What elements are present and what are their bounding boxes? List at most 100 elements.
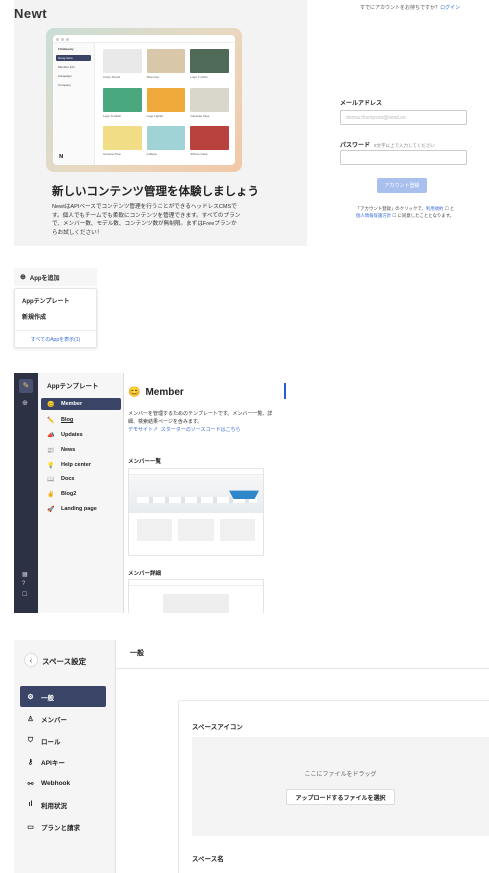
template-item-docs[interactable]: 📖 Docs (41, 473, 121, 485)
preview-tile: iPhone Case (190, 126, 229, 159)
preview-logo-icon: ɴ (59, 153, 64, 160)
template-description: メンバーを管理するためのテンプレートです。メンバー一覧、詳細、検索結果ページを含… (128, 411, 273, 433)
preview-sidebar-item: Company (58, 83, 71, 87)
file-dropzone[interactable]: ここにファイルをドラッグ アップロードするファイルを選択 (192, 737, 489, 836)
smile-icon: 😊 (128, 387, 141, 398)
preview-sidebar-item: Goog store (56, 55, 91, 61)
peace-hand-icon: ✌️ (47, 491, 55, 498)
space-settings-sidebar: ‹ スペース設定 ⚙ 一般 ♙ メンバー ⛉ ロール ⚷ APIキー ⚯ Webhook … (14, 640, 116, 873)
settings-item-members[interactable]: ♙ メンバー (20, 708, 106, 729)
space-settings-title: スペース設定 (42, 657, 87, 666)
preview-product-grid: Crazy Stools Ship Cup Logo T-shirts Logo… (103, 49, 229, 159)
login-hint: すでにアカウントをお持ちですか？ログイン (360, 4, 460, 11)
add-app-dropdown: Appテンプレート 新規作成 すべてのAppを表示(1) (14, 288, 97, 348)
preview-tile: Cassette Tape (190, 87, 229, 121)
header-divider (116, 668, 489, 669)
template-item-landing-page[interactable]: 🚀 Landing page (41, 503, 121, 515)
member-detail-preview (128, 579, 264, 613)
webhook-icon: ⚯ (27, 780, 34, 788)
card-icon: ▭ (27, 823, 34, 831)
rocket-icon: 🚀 (47, 506, 55, 513)
newt-logo: Newt (14, 6, 48, 21)
password-field[interactable] (340, 150, 467, 165)
signup-heading: 新しいコンテンツ管理を体験しましょう (52, 186, 259, 198)
signup-button[interactable]: アカウント登録 (377, 178, 427, 193)
preview-tile: Ship Cup (146, 49, 186, 82)
login-hint-text: すでにアカウントをお持ちですか？ (360, 5, 441, 11)
preview-tile: Logo T-shirts (190, 49, 229, 82)
app-template-dialog: ✎ ⊕ ▦ ? ☐ Appテンプレート 😊 Member ✏️ Blog 📣 Upda… (14, 373, 286, 613)
bar-chart-icon: ıl (28, 801, 33, 808)
source-code-link[interactable]: スターターのソースコードはこちら (161, 427, 241, 433)
password-label: パスワード 8文字以上で入力してください (340, 140, 435, 149)
preview-sidebar-item: Campaign (58, 74, 72, 78)
app-pencil-icon[interactable]: ✎ (19, 379, 33, 393)
email-field[interactable]: donna.thompson@newt.so (340, 110, 467, 125)
grid-icon[interactable]: ▦ (22, 571, 28, 578)
preview-titlebar (53, 35, 235, 43)
demo-site-link[interactable]: デモサイト↗ (128, 427, 158, 433)
chat-icon[interactable]: ☐ (22, 591, 27, 598)
megaphone-icon: 📣 (47, 432, 55, 439)
back-button[interactable]: ‹ (24, 653, 38, 667)
book-icon: 📖 (47, 476, 55, 483)
bulb-icon: 💡 (47, 462, 55, 469)
scroll-indicator (284, 383, 286, 399)
template-item-updates[interactable]: 📣 Updates (41, 429, 121, 441)
settings-item-general[interactable]: ⚙ 一般 (20, 686, 106, 707)
menu-item-app-template[interactable]: Appテンプレート (22, 296, 69, 305)
template-item-member[interactable]: 😊 Member (41, 398, 121, 410)
pencil-icon: ✏️ (47, 417, 55, 424)
template-detail-title: 😊 Member (128, 387, 184, 398)
preview-tile: Lollipop (146, 126, 186, 159)
template-item-help-center[interactable]: 💡 Help center (41, 459, 121, 471)
menu-item-new[interactable]: 新規作成 (22, 312, 46, 321)
key-icon: ⚷ (27, 758, 34, 766)
chevron-left-icon: ‹ (29, 655, 33, 665)
upload-file-button[interactable]: アップロードするファイルを選択 (286, 789, 395, 805)
member-list-preview (128, 468, 264, 556)
template-item-blog[interactable]: ✏️ Blog (41, 414, 121, 426)
terms-notice: 「アカウント登録」のクリックで、利用規約 ☐ と 個人情報保護方針 ☐ に同意し… (355, 206, 455, 218)
space-icon-label: スペースアイコン (192, 724, 243, 731)
login-link[interactable]: ログイン (440, 5, 460, 11)
settings-item-api-keys[interactable]: ⚷ APIキー (20, 751, 106, 772)
template-detail: 😊 Member メンバーを管理するためのテンプレートです。メンバー一覧、詳細、… (124, 373, 286, 613)
show-all-apps-link[interactable]: すべてのAppを表示(1) (15, 336, 96, 343)
space-name-label: スペース名 (192, 856, 224, 863)
email-label: メールアドレス (340, 101, 383, 107)
shield-icon: ⛉ (27, 736, 34, 744)
section-member-detail: メンバー詳細 (128, 571, 162, 577)
settings-item-webhook[interactable]: ⚯ Webhook (20, 773, 106, 794)
signup-description: NewtはAPIベースでコンテンツ管理を行うことができるヘッドレスCMSです。個… (52, 204, 241, 236)
user-icon: ♙ (27, 715, 34, 723)
template-list: Appテンプレート 😊 Member ✏️ Blog 📣 Updates 📰 News … (38, 373, 124, 613)
preview-tile: Logo Tumbler (103, 87, 142, 121)
template-list-title: Appテンプレート (47, 383, 99, 390)
preview-sidebar-title: FitnBeauty (58, 47, 74, 51)
preview-sidebar-item: Member info (58, 65, 75, 69)
settings-item-roles[interactable]: ⛉ ロール (20, 730, 106, 751)
terms-link[interactable]: 利用規約 (426, 206, 444, 211)
add-icon[interactable]: ⊕ (22, 399, 28, 407)
password-label-text: パスワード (340, 143, 371, 149)
preview-tile: Camera Trap (103, 126, 142, 159)
settings-item-plan-billing[interactable]: ▭ プランと請求 (20, 816, 106, 837)
settings-item-usage[interactable]: ıl 利用状況 (20, 794, 106, 815)
help-icon[interactable]: ? (22, 581, 25, 587)
smile-icon: 😊 (47, 401, 55, 408)
password-note: 8文字以上で入力してください (374, 143, 435, 148)
add-app-button[interactable]: ⊕ Appを追加 (14, 268, 97, 286)
template-item-news[interactable]: 📰 News (41, 444, 121, 456)
preview-tile: Logo Lighter (146, 87, 186, 121)
template-item-blog2[interactable]: ✌️ Blog2 (41, 488, 121, 500)
gear-icon: ⚙ (27, 693, 34, 701)
menu-divider (15, 330, 96, 331)
add-app-label: Appを追加 (29, 275, 60, 282)
preview-window: FitnBeauty Goog store Member info Campai… (53, 35, 235, 165)
app-rail: ✎ ⊕ ▦ ? ☐ (14, 373, 38, 613)
privacy-link[interactable]: 個人情報保護方針 (356, 213, 391, 218)
signup-panel: Newt すでにアカウントをお持ちですか？ログイン FitnBeauty Goo… (0, 0, 489, 250)
section-member-list: メンバー一覧 (128, 459, 162, 465)
plus-circle-icon: ⊕ (20, 274, 26, 281)
